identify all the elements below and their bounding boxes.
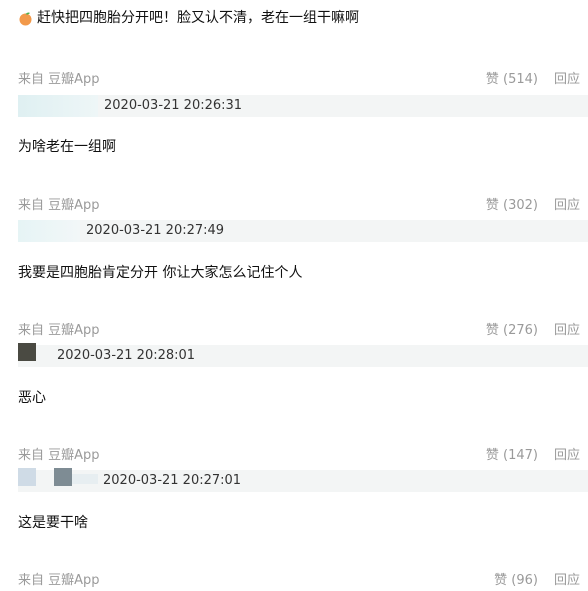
peach-emoji-icon (18, 11, 33, 26)
comment-timestamp: 2020-03-21 20:27:01 (103, 473, 242, 488)
comment-source: 来自 豆瓣App (18, 72, 100, 87)
blurred-avatar (18, 468, 36, 486)
comment-text: 恶心 (18, 390, 46, 406)
blurred-avatar (18, 95, 98, 117)
reply-button[interactable]: 回应 (554, 319, 580, 338)
comment-source: 来自 豆瓣App (18, 573, 100, 588)
reply-button[interactable]: 回应 (554, 569, 580, 588)
reply-button[interactable]: 回应 (554, 68, 580, 87)
reply-button[interactable]: 回应 (554, 444, 580, 463)
comment-timestamp: 2020-03-21 20:26:31 (104, 98, 243, 113)
comment-item: 来自 豆瓣App 赞 (302) 回应 2020-03-21 20:27:49 … (0, 194, 588, 284)
comment-source: 来自 豆瓣App (18, 448, 100, 463)
like-button[interactable]: 赞 (514) (486, 68, 538, 87)
comment-timestamp: 2020-03-21 20:27:49 (86, 223, 225, 238)
blurred-avatar (18, 343, 36, 361)
top-comment-text: 赶快把四胞胎分开吧！脸又认不清，老在一组干嘛啊 (37, 10, 359, 26)
comment-item: 来自 豆瓣App 赞 (96) 回应 (0, 569, 588, 591)
like-button[interactable]: 赞 (276) (486, 319, 538, 338)
like-button[interactable]: 赞 (96) (494, 569, 538, 588)
top-comment: 赶快把四胞胎分开吧！脸又认不清，老在一组干嘛啊 (18, 8, 359, 28)
comment-item: 来自 豆瓣App 赞 (147) 回应 2020-03-21 20:27:01 … (0, 444, 588, 534)
blurred-avatar (54, 468, 72, 486)
comment-text: 这是要干啥 (18, 515, 88, 531)
comment-timestamp: 2020-03-21 20:28:01 (57, 348, 196, 363)
comment-text: 我要是四胞胎肯定分开 你让大家怎么记住个人 (18, 265, 303, 281)
like-button[interactable]: 赞 (147) (486, 444, 538, 463)
comment-source: 来自 豆瓣App (18, 198, 100, 213)
comment-item: 来自 豆瓣App 赞 (514) 回应 2020-03-21 20:26:31 … (0, 68, 588, 158)
comment-item: 来自 豆瓣App 赞 (276) 回应 2020-03-21 20:28:01 … (0, 319, 588, 409)
reply-button[interactable]: 回应 (554, 194, 580, 213)
blurred-avatar (72, 474, 98, 484)
like-button[interactable]: 赞 (302) (486, 194, 538, 213)
blurred-avatar (18, 220, 80, 242)
comment-text: 为啥老在一组啊 (18, 139, 116, 155)
comment-source: 来自 豆瓣App (18, 323, 100, 338)
